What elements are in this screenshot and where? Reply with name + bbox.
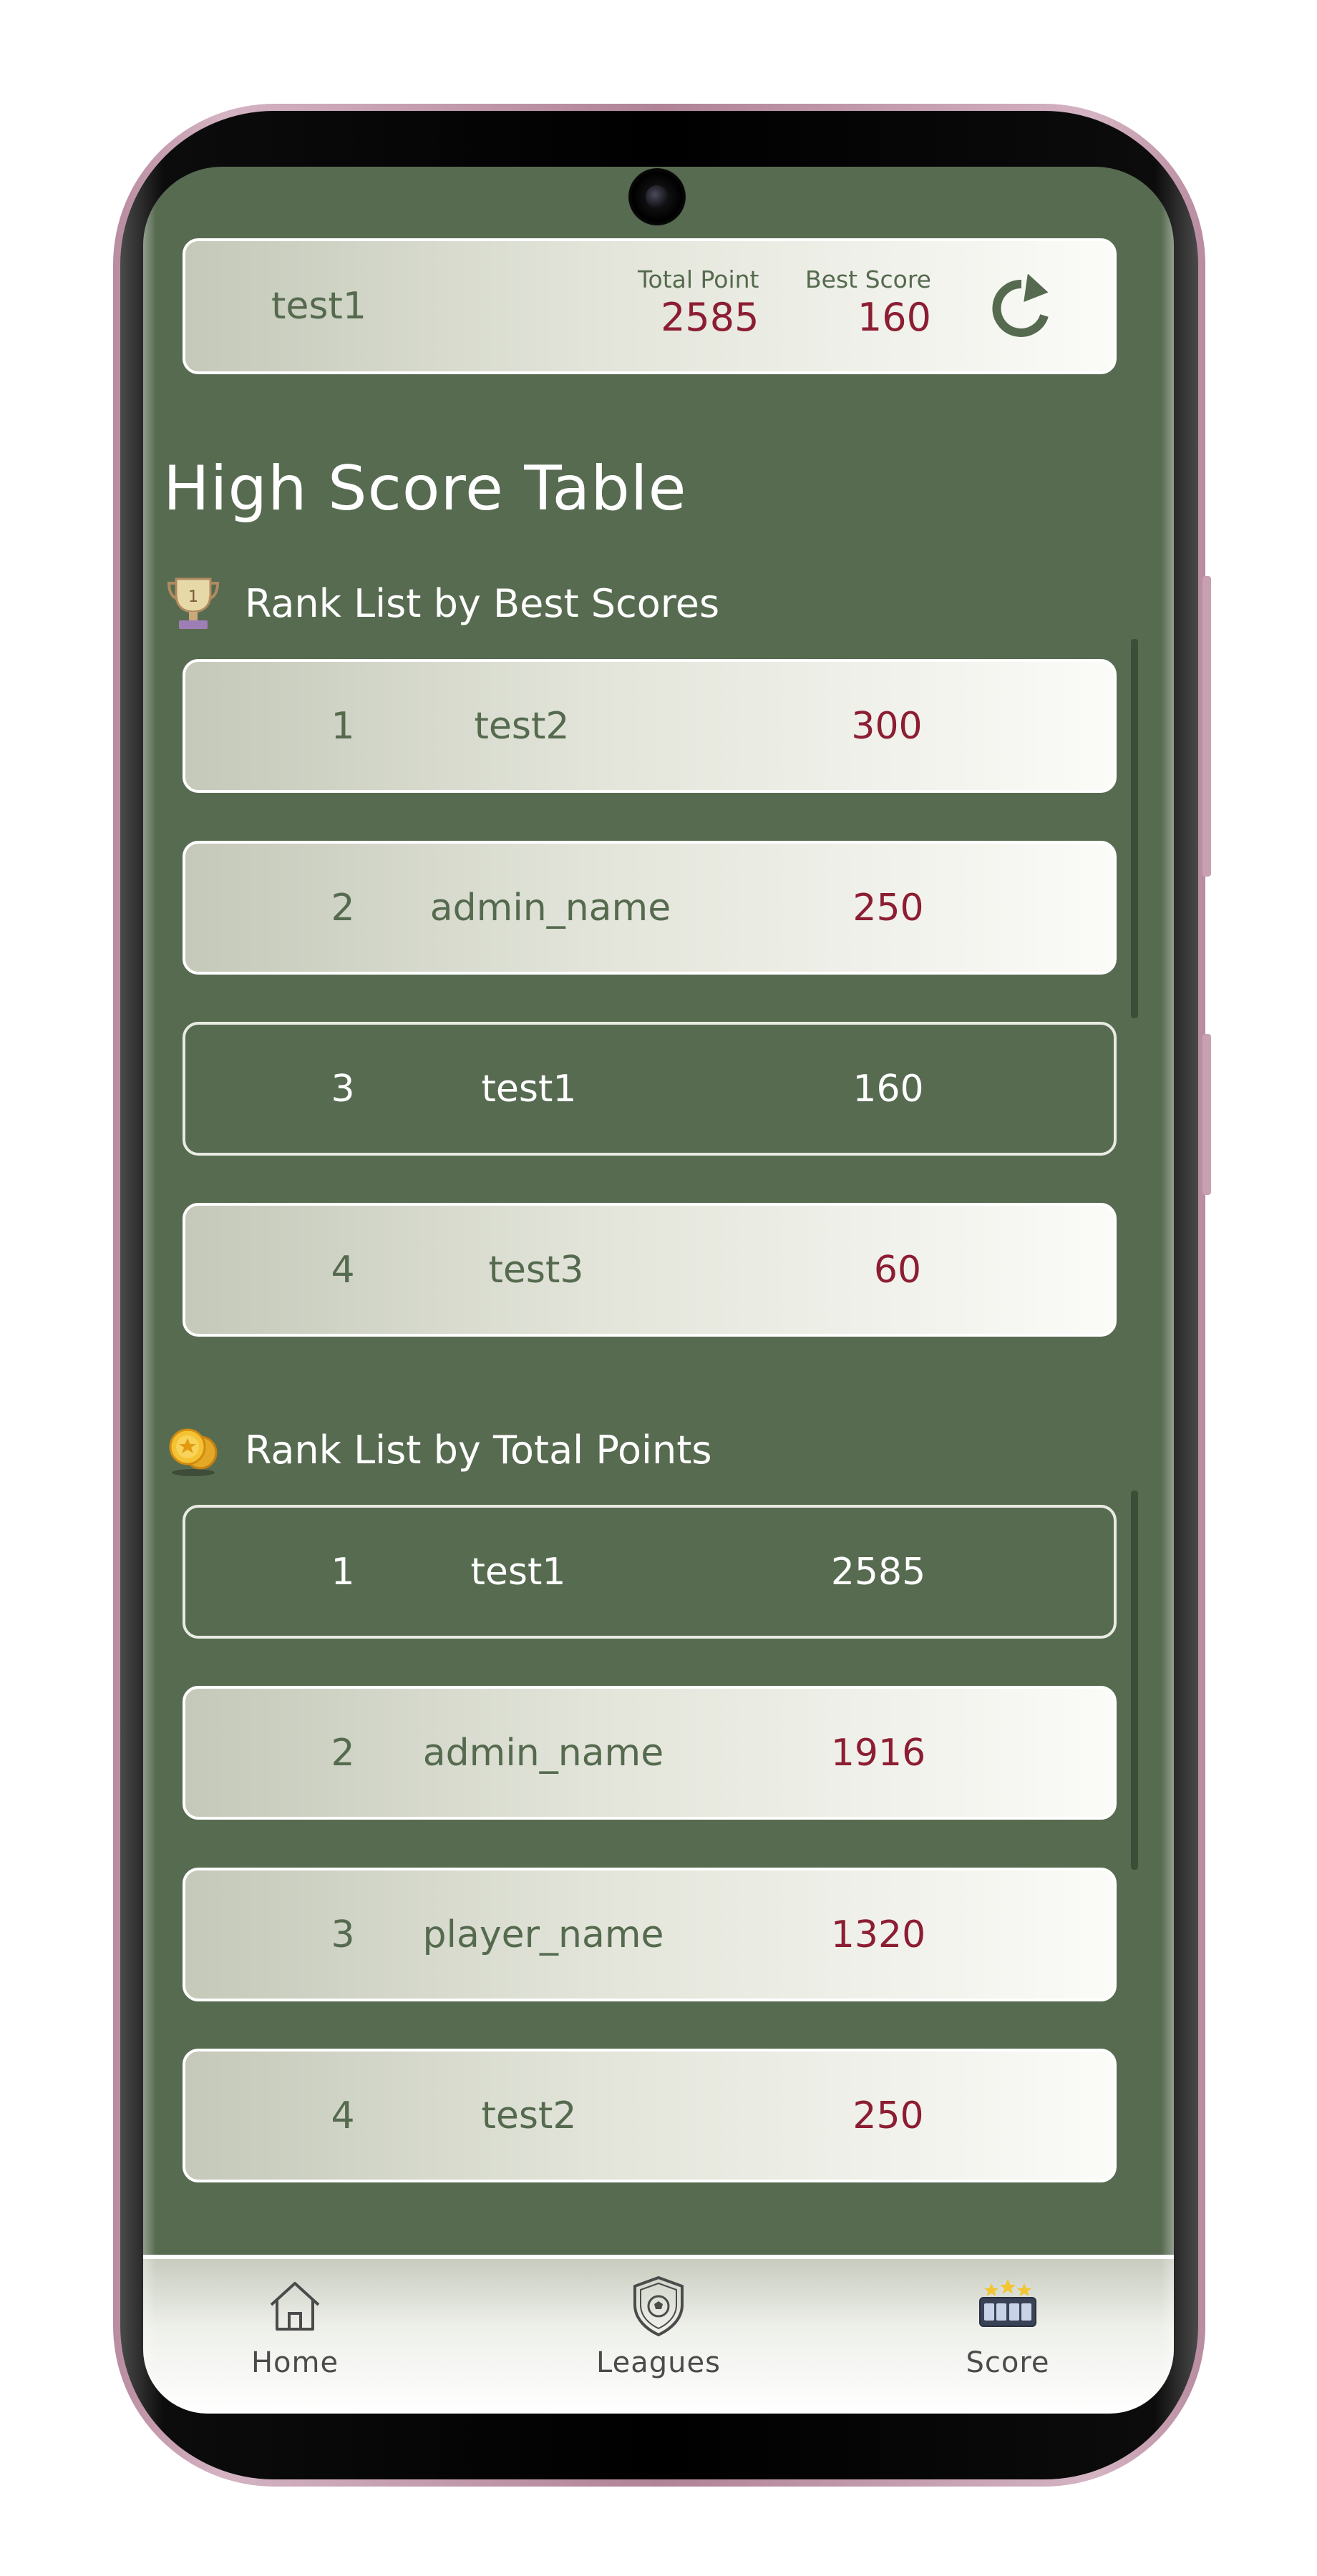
nav-score[interactable]: Score [900, 2273, 1115, 2402]
player-score: 160 [852, 1067, 924, 1111]
best-score-stat: Best Score 160 [805, 265, 931, 340]
rank-number: 4 [331, 1248, 355, 1292]
nav-home[interactable]: Home [188, 2273, 402, 2402]
scoreboard-icon [979, 2279, 1036, 2327]
player-name: test2 [481, 2094, 577, 2137]
nav-leagues-label: Leagues [596, 2346, 721, 2379]
player-score: 60 [873, 1248, 922, 1292]
phone-power-button [1202, 1034, 1211, 1195]
total-points-row[interactable]: 2 admin_name 1916 [183, 1686, 1117, 1820]
best-scores-title: Rank List by Best Scores [245, 580, 720, 626]
total-point-value: 2585 [661, 295, 759, 340]
total-points-scrollbar[interactable] [1131, 1491, 1138, 1870]
screen-edge-highlight [143, 167, 156, 2414]
refresh-button[interactable] [987, 273, 1056, 343]
best-scores-row[interactable]: 4 test3 60 [183, 1203, 1117, 1337]
bottom-navigation: Home Leagues Score [143, 2255, 1174, 2414]
shield-ball-icon [633, 2275, 684, 2337]
rank-number: 3 [331, 1067, 355, 1111]
coins-icon [169, 1428, 218, 1476]
player-name: player_name [422, 1913, 664, 1956]
rank-number: 4 [331, 2094, 355, 2137]
total-points-row[interactable]: 3 player_name 1320 [183, 1868, 1117, 2001]
total-points-header: Rank List by Total Points [165, 1418, 712, 1482]
rank-number: 2 [331, 1731, 355, 1775]
current-username: test1 [271, 285, 366, 328]
best-scores-scrollbar[interactable] [1131, 639, 1138, 1018]
best-scores-header: 1 Rank List by Best Scores [165, 571, 719, 635]
user-stats-card: test1 Total Point 2585 Best Score 160 [183, 238, 1117, 374]
total-points-row-current-user[interactable]: 1 test1 2585 [183, 1505, 1117, 1639]
nav-leagues[interactable]: Leagues [551, 2273, 766, 2402]
svg-text:1: 1 [188, 588, 198, 606]
best-scores-row[interactable]: 2 admin_name 250 [183, 841, 1117, 975]
total-points-title: Rank List by Total Points [245, 1427, 712, 1473]
trophy-icon: 1 [167, 577, 220, 629]
player-score: 1320 [830, 1913, 926, 1956]
nav-score-label: Score [966, 2346, 1050, 2379]
player-name: admin_name [429, 886, 671, 930]
home-icon [270, 2282, 320, 2331]
player-score: 1916 [830, 1731, 926, 1775]
front-camera [628, 168, 686, 225]
total-point-label: Total Point [638, 265, 759, 293]
player-name: admin_name [422, 1731, 664, 1775]
refresh-icon [992, 273, 1049, 337]
player-score: 2585 [830, 1550, 926, 1594]
rank-number: 1 [331, 1550, 355, 1594]
rank-number: 1 [331, 704, 355, 748]
player-score: 300 [851, 704, 923, 748]
player-name: test3 [488, 1248, 584, 1292]
rank-number: 2 [331, 886, 355, 930]
nav-home-label: Home [251, 2346, 339, 2379]
app-screen: test1 Total Point 2585 Best Score 160 Hi… [143, 167, 1174, 2414]
total-points-row[interactable]: 4 test2 250 [183, 2049, 1117, 2182]
best-scores-row-current-user[interactable]: 3 test1 160 [183, 1022, 1117, 1156]
best-score-value: 160 [857, 295, 931, 340]
player-score: 250 [852, 886, 924, 930]
best-scores-row[interactable]: 1 test2 300 [183, 659, 1117, 793]
total-point-stat: Total Point 2585 [638, 265, 759, 340]
player-name: test2 [474, 704, 570, 748]
best-score-label: Best Score [805, 265, 931, 293]
rank-number: 3 [331, 1913, 355, 1956]
player-name: test1 [470, 1550, 566, 1594]
screen-edge-highlight [1161, 167, 1174, 2414]
page-title: High Score Table [163, 453, 687, 525]
player-name: test1 [481, 1067, 577, 1111]
player-score: 250 [852, 2094, 924, 2137]
phone-volume-button [1202, 576, 1211, 877]
